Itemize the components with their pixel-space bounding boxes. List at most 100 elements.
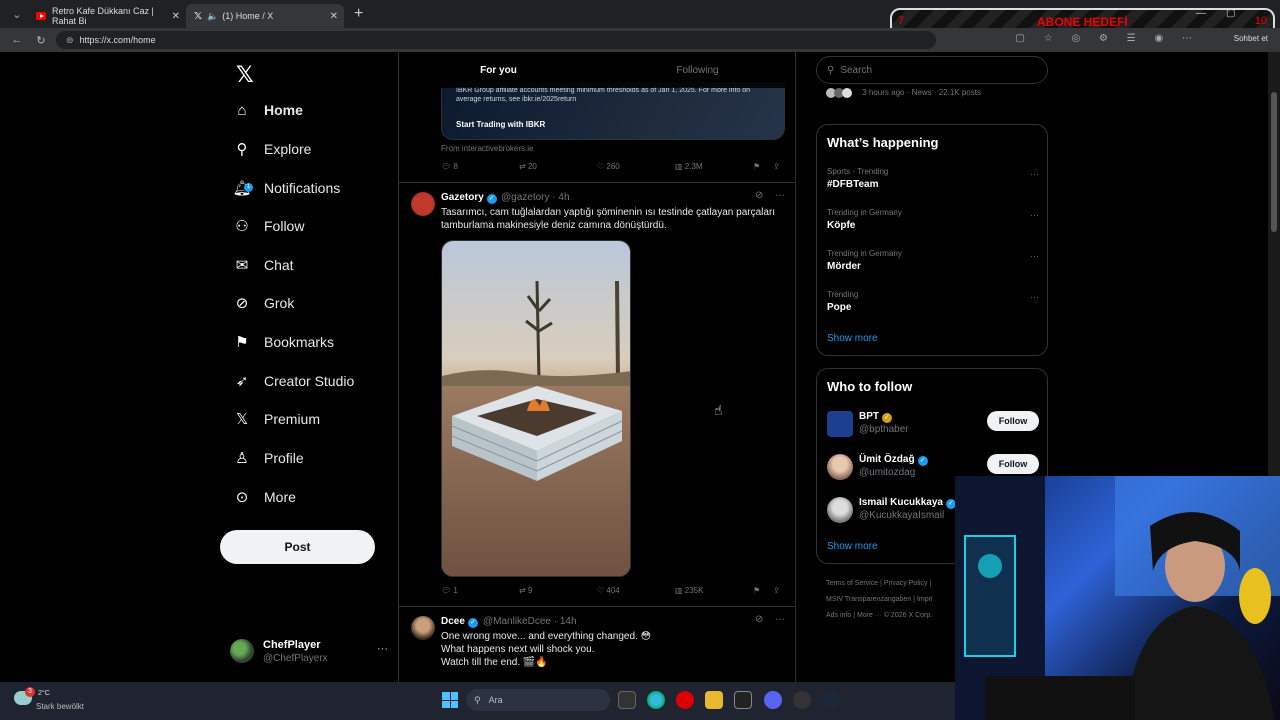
trend-item[interactable]: Sports · Trending #DFBTeam ··· [827,167,1039,190]
toolbar-icons[interactable]: ▢ ☆ ◎ ⚙ ☰ ◉ ⋯ [1016,33,1200,44]
share-icon[interactable]: ⇪ [773,586,780,595]
like-action[interactable]: ♡ 260 [597,162,620,171]
speaker-icon[interactable]: 🔈 [207,11,218,22]
tab-for-you[interactable]: For you [399,52,598,88]
nav-more[interactable]: ⊙ More [232,481,296,513]
user-handle: @bpthaber [859,424,909,435]
trend-item[interactable]: Trending in Germany Köpfe ··· [827,208,1039,231]
address-bar-row: ← ↻ ⊜ https://x.com/home ▢ ☆ ◎ ⚙ ☰ ◉ ⋯ S… [0,28,1280,52]
app-icon[interactable] [793,691,811,709]
nav-grok[interactable]: ⊘ Grok [232,287,295,319]
verified-icon: ✓ [917,456,928,466]
ad-source[interactable]: From interactivebrokers.ie [441,144,533,153]
nav-explore[interactable]: ⚲ Explore [232,133,312,165]
back-icon[interactable]: ← [10,34,24,46]
follow-button[interactable]: Follow [987,454,1039,474]
user-name: Ümit Özdağ ✓ [859,454,928,466]
tweet-handle[interactable]: @gazetory · 4h [501,192,570,203]
views-action[interactable]: ▥ 2.3M [675,162,703,171]
tweet-author[interactable]: Dcee ✓ [441,616,478,628]
close-tab-icon[interactable]: ✕ [172,11,180,22]
streamer-camera-image [955,476,1280,720]
more-icon[interactable]: ··· [1030,292,1039,302]
edge-icon[interactable] [647,691,665,709]
weather-widget[interactable]: 3 2°C Stark bewölkt [14,687,104,715]
home-icon: ⌂ [237,101,247,119]
maximize-icon[interactable]: ▢ [1226,8,1235,19]
search-icon: ⚲ [827,64,835,76]
share-icon[interactable]: ⇪ [773,162,780,171]
views-action[interactable]: ▥ 235K [675,586,703,595]
tweet-author[interactable]: Gazetory ✓ [441,192,497,204]
avatar[interactable] [411,616,435,640]
nav-creator-studio[interactable]: ➶ Creator Studio [232,365,355,397]
bookmark-icon: ⚑ [235,334,249,351]
search-input[interactable]: ⚲ Search [816,56,1048,84]
browser-tab-x[interactable]: 𝕏 🔈 (1) Home / X ✕ [186,4,344,28]
reply-action[interactable]: 💬︎ 8 [441,162,458,171]
scrollbar-thumb[interactable] [1271,92,1277,232]
ad-media-card[interactable]: IBKR Group affiliate accounts meeting mi… [441,82,785,140]
discord-icon[interactable] [764,691,782,709]
reply-action[interactable]: 💬︎ 1 [441,586,458,595]
temperature: 2°C [38,690,50,697]
nav-label: Chat [264,257,294,273]
url-text: https://x.com/home [79,35,156,45]
nav-notifications[interactable]: 🔔︎ 1 Notifications [232,172,340,204]
verified-icon: ✓ [486,194,497,204]
nav-follow[interactable]: ⚇ Follow [232,210,304,242]
avatar[interactable] [411,192,435,216]
trend-item[interactable]: Trending in Germany Mörder ··· [827,249,1039,272]
start-icon[interactable] [442,692,458,708]
more-icon[interactable]: ··· [775,190,785,201]
tweet-handle[interactable]: @ManlikeDcee · 14h [483,616,577,627]
tweet-text: Tasarımcı, cam tuğlalardan yaptığı şömin… [441,207,776,231]
nav-profile[interactable]: ♙ Profile [232,442,303,474]
new-tab-button[interactable]: + [354,5,363,23]
reload-icon[interactable]: ↻ [34,34,48,47]
grok-icon[interactable]: ⊘ [755,614,763,625]
more-icon[interactable]: ··· [1030,210,1039,220]
account-switcher[interactable]: ChefPlayer @ChefPlayerx ··· [230,637,390,671]
taskbar-search[interactable]: ⚲ Ara [466,689,610,711]
tweet-video[interactable] [441,240,631,577]
news-item[interactable]: 3 hours ago · News · 22.1K posts [826,88,981,98]
opera-icon[interactable] [676,691,694,709]
follow-button[interactable]: Follow [987,411,1039,431]
task-view-icon[interactable] [618,691,636,709]
close-tab-icon[interactable]: ✕ [330,11,338,22]
follow-suggestion[interactable]: BPT ✓ @bpthaber Follow [827,409,1039,443]
copilot-chat-button[interactable]: Sohbet et [1234,34,1268,43]
site-info-icon[interactable]: ⊜ [66,35,74,46]
show-more-link[interactable]: Show more [827,333,878,344]
repost-action[interactable]: ⇄ 20 [519,162,537,171]
trend-item[interactable]: Trending Pope ··· [827,290,1039,313]
grok-icon[interactable]: ⊘ [755,190,763,201]
more-icon[interactable]: ··· [1030,251,1039,261]
like-action[interactable]: ♡ 404 [597,586,620,595]
file-explorer-icon[interactable] [705,691,723,709]
x-logo-icon[interactable]: 𝕏 [236,62,254,88]
repost-action[interactable]: ⇄ 9 [519,586,532,595]
bookmark-icon[interactable]: ⚑ [753,586,760,595]
tab-list-button[interactable]: ⌄ [6,3,28,25]
timeline-tabs: For you Following [399,52,795,88]
nav-premium[interactable]: 𝕏 Premium [232,403,320,435]
show-more-link[interactable]: Show more [827,541,878,552]
terminal-icon[interactable] [734,691,752,709]
nav-bookmarks[interactable]: ⚑ Bookmarks [232,326,334,358]
more-icon[interactable]: ··· [775,614,785,625]
tab-following[interactable]: Following [598,52,795,88]
ad-disclaimer: IBKR Group affiliate accounts meeting mi… [456,87,751,103]
steam-icon[interactable] [822,691,840,709]
ad-cta[interactable]: Start Trading with IBKR [456,120,545,129]
nav-home[interactable]: ⌂ Home [232,94,302,126]
post-button[interactable]: Post [220,530,375,564]
verified-icon: ✓ [882,413,892,423]
url-field[interactable]: ⊜ https://x.com/home [56,31,936,49]
bookmark-icon[interactable]: ⚑ [753,162,760,171]
nav-chat[interactable]: ✉ Chat [232,249,294,281]
browser-tab-youtube[interactable]: Retro Kafe Dükkanı Caz | Rahat Bi ✕ [28,4,186,28]
minimize-icon[interactable]: — [1196,8,1206,19]
more-icon[interactable]: ··· [1030,169,1039,179]
